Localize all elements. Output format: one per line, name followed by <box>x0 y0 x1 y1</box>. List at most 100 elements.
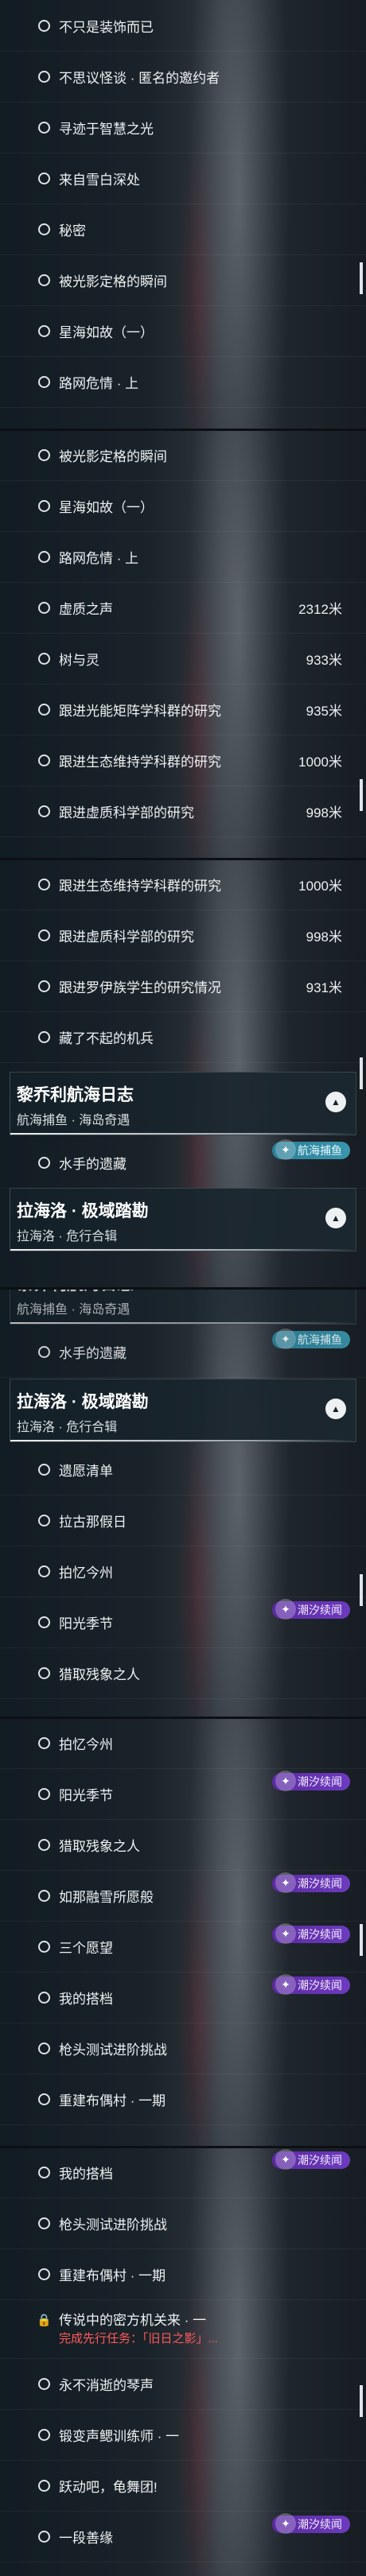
quest-list-screen: 跟进生态维持学科群的研究 1000米 跟进虚质科学部的研究 998米 跟进罗伊族学生的研… <box>0 859 366 1288</box>
radio-circle-icon[interactable] <box>38 1565 50 1577</box>
radio-circle-icon[interactable] <box>38 499 50 512</box>
quest-item[interactable]: 不只是装饰而已 <box>0 0 366 52</box>
scrollbar[interactable] <box>360 779 363 811</box>
quest-item[interactable]: 遗愿清单 <box>0 1444 366 1496</box>
chevron-up-icon[interactable]: ▲ <box>325 1399 346 1419</box>
quest-item[interactable]: 我的搭档 ✦ 潮汐续闻 <box>0 1972 366 2023</box>
radio-circle-icon[interactable] <box>38 1838 50 1851</box>
quest-item[interactable]: 我的搭档 ✦ 潮汐续闻 <box>0 2147 366 2198</box>
radio-circle-icon[interactable] <box>38 324 50 337</box>
quest-item[interactable]: 重建布偶村 · 一期 <box>0 2248 366 2300</box>
quest-item[interactable]: 猎取残象之人 <box>0 1647 366 1699</box>
quest-group-header[interactable]: 黎乔利航海日志航海捕鱼 · 海岛奇遇 <box>10 1288 356 1325</box>
radio-circle-icon[interactable] <box>38 878 50 890</box>
scrollbar[interactable] <box>360 1574 363 1606</box>
chevron-up-icon[interactable]: ▲ <box>325 1092 346 1112</box>
chevron-up-icon[interactable]: ▲ <box>325 1208 346 1228</box>
radio-circle-icon[interactable] <box>38 1736 50 1749</box>
quest-item[interactable]: 拍忆今州 <box>0 1717 366 1769</box>
radio-circle-icon[interactable] <box>38 1616 50 1628</box>
radio-circle-icon[interactable] <box>38 2166 50 2178</box>
quest-item[interactable]: 星海如故（一） <box>0 480 366 532</box>
radio-circle-icon[interactable] <box>38 2093 50 2105</box>
radio-circle-icon[interactable] <box>38 1889 50 1902</box>
radio-circle-icon[interactable] <box>38 223 50 235</box>
radio-circle-icon[interactable] <box>38 1345 50 1358</box>
quest-item[interactable]: 🔒 传说中的密方机关来 · 一完成先行任务：「旧日之影」... <box>0 2299 366 2359</box>
quest-item[interactable]: 一段善缘 ✦ 潮汐续闻 <box>0 2511 366 2562</box>
quest-item[interactable]: 来自雪白深处 <box>0 153 366 204</box>
radio-circle-icon[interactable] <box>38 1787 50 1800</box>
radio-circle-icon[interactable] <box>38 2530 50 2543</box>
radio-circle-icon[interactable] <box>38 1156 50 1169</box>
quest-group-header[interactable]: 拉海洛 · 极域踏勘 拉海洛 · 危行合辑 ▲ <box>10 1379 356 1442</box>
scrollbar[interactable] <box>360 262 363 294</box>
quest-item[interactable]: 跟进虚质科学部的研究 998米 <box>0 786 366 837</box>
radio-circle-icon[interactable] <box>38 1463 50 1476</box>
quest-item[interactable]: 水手的遗藏 ✦ 航海捕鱼 <box>0 1326 366 1378</box>
radio-circle-icon[interactable] <box>38 1940 50 1953</box>
radio-circle-icon[interactable] <box>38 1991 50 2004</box>
quest-item[interactable]: 猎取残象之人 <box>0 1819 366 1871</box>
radio-circle-icon[interactable] <box>38 652 50 665</box>
scrollbar[interactable] <box>360 2385 363 2417</box>
radio-circle-icon[interactable] <box>38 980 50 992</box>
quest-item[interactable]: 星海如故（一） <box>0 305 366 357</box>
quest-item[interactable]: 永不消逝的琴声 <box>0 2358 366 2410</box>
quest-item[interactable]: 拍忆今州 <box>0 1546 366 1597</box>
quest-group-header[interactable]: 拉海洛 · 极域踏勘 拉海洛 · 危行合辑 ▲ <box>10 1188 356 1251</box>
radio-circle-icon[interactable] <box>38 2268 50 2280</box>
radio-circle-icon[interactable] <box>38 448 50 461</box>
quest-item[interactable]: 跟进罗伊族学生的研究情况 931米 <box>0 960 366 1012</box>
radio-circle-icon[interactable] <box>38 805 50 817</box>
radio-circle-icon[interactable] <box>38 754 50 766</box>
quest-item[interactable]: 路网危情 · 上 <box>0 531 366 583</box>
quest-item[interactable]: 被光影定格的瞬间 <box>0 254 366 306</box>
quest-item[interactable]: 重建布偶村 · 一期 <box>0 2074 366 2125</box>
quest-item[interactable]: 不思议怪谈 · 匿名的邀约者 <box>0 51 366 103</box>
quest-item[interactable]: 虚质之声 2312米 <box>0 582 366 634</box>
quest-item[interactable]: 枪头测试进阶挑战 <box>0 2198 366 2249</box>
radio-circle-icon[interactable] <box>38 550 50 563</box>
scrollbar[interactable] <box>360 1057 363 1089</box>
quest-item[interactable]: 被光影定格的瞬间 <box>0 429 366 481</box>
quest-item[interactable]: 跟进生态维持学科群的研究 1000米 <box>0 859 366 910</box>
quest-item[interactable]: 树与灵 933米 <box>0 633 366 685</box>
quest-item-label: 不思议怪谈 · 匿名的邀约者 <box>59 70 220 86</box>
radio-circle-icon[interactable] <box>38 2217 50 2229</box>
scrollbar[interactable] <box>360 1924 363 1956</box>
quest-item[interactable]: 阳光季节 ✦ 潮汐续闻 <box>0 1596 366 1648</box>
quest-item[interactable]: 跃动吧，龟舞团! <box>0 2460 366 2512</box>
quest-item[interactable]: 寻迹于智慧之光 <box>0 102 366 153</box>
quest-item[interactable]: 藏了不起的机兵 <box>0 1011 366 1063</box>
radio-circle-icon[interactable] <box>38 601 50 614</box>
radio-circle-icon[interactable] <box>38 274 50 286</box>
radio-circle-icon[interactable] <box>38 70 50 83</box>
quest-item[interactable]: 路网危情 · 上 <box>0 356 366 408</box>
quest-group-header[interactable]: 黎乔利航海日志 航海捕鱼 · 海岛奇遇 ▲ <box>10 1072 356 1135</box>
quest-item[interactable]: 三个愿望 ✦ 潮汐续闻 <box>0 1921 366 1973</box>
quest-item[interactable]: 跟进虚质科学部的研究 998米 <box>0 910 366 961</box>
radio-circle-icon[interactable] <box>38 172 50 184</box>
radio-circle-icon[interactable] <box>38 2479 50 2492</box>
radio-circle-icon[interactable] <box>38 929 50 941</box>
radio-circle-icon[interactable] <box>38 121 50 134</box>
radio-circle-icon[interactable] <box>38 19 50 32</box>
radio-circle-icon[interactable] <box>38 703 50 716</box>
quest-item[interactable]: 阳光季节 ✦ 潮汐续闻 <box>0 1768 366 1820</box>
radio-circle-icon[interactable] <box>38 375 50 388</box>
radio-circle-icon[interactable] <box>38 1514 50 1527</box>
quest-item[interactable]: 拉古那假日 <box>0 1495 366 1546</box>
quest-item[interactable]: 跟进生态维持学科群的研究 1000米 <box>0 735 366 786</box>
quest-item[interactable]: 跟进光能矩阵学科群的研究 935米 <box>0 684 366 735</box>
quest-item[interactable]: 枪头测试进阶挑战 <box>0 2023 366 2074</box>
quest-item[interactable]: 水手的遗藏 ✦ 航海捕鱼 <box>0 1137 366 1189</box>
quest-item[interactable]: 秘密 <box>0 204 366 255</box>
radio-circle-icon[interactable] <box>38 1666 50 1679</box>
radio-circle-icon[interactable] <box>38 2428 50 2441</box>
radio-circle-icon[interactable] <box>38 2042 50 2054</box>
quest-item[interactable]: 锻变声鳃训练师 · 一 <box>0 2409 366 2461</box>
radio-circle-icon[interactable] <box>38 2377 50 2390</box>
radio-circle-icon[interactable] <box>38 1030 50 1043</box>
quest-item[interactable]: 如那融雪所愿般 ✦ 潮汐续闻 <box>0 1870 366 1922</box>
